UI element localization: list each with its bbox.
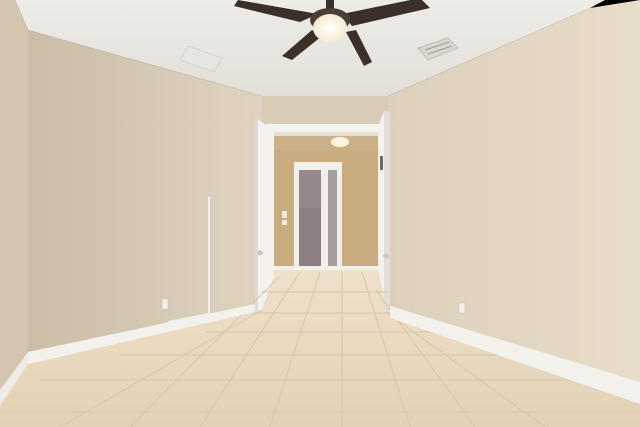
left-edge-wall [0,0,28,395]
fan-light-icon [313,14,347,42]
outlet-icon [161,298,169,310]
hallway-light-icon [331,137,349,147]
room-illustration [0,0,640,427]
hallway [274,136,378,276]
room-photo [0,0,640,427]
door-knob-icon [257,250,263,256]
light-switch-icon [282,211,287,218]
outlet-icon [458,302,466,314]
door-knob-icon [383,253,389,259]
